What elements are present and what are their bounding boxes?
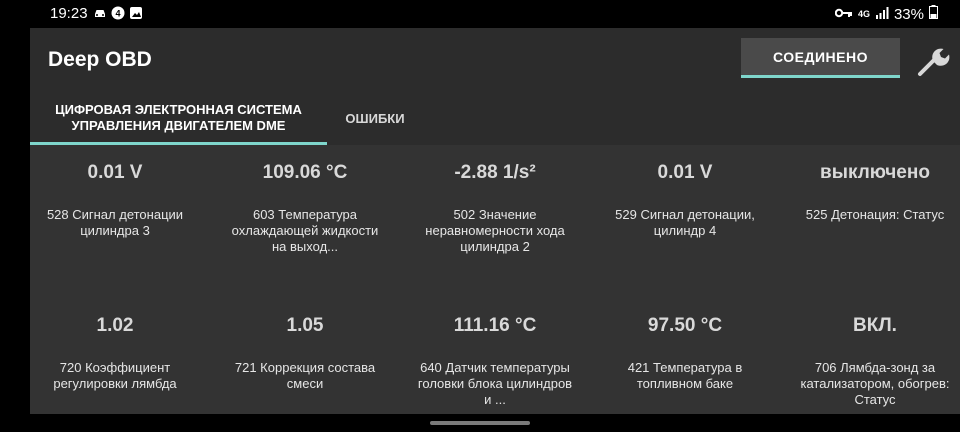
- cell-description: 720 Коэффициент регулировки лямбда: [53, 360, 177, 391]
- cell-description: 721 Коррекция состава смеси: [234, 360, 376, 391]
- cell-value: 0.01 V: [87, 162, 143, 183]
- tab-bar: ЦИФРОВАЯ ЭЛЕКТРОННАЯ СИСТЕМА УПРАВЛЕНИЯ …: [30, 96, 960, 145]
- grid-cell: 109.06 °C 603 Температура охлаждающей жи…: [210, 162, 400, 255]
- signal-icon: [875, 6, 889, 23]
- cell-description: 640 Датчик температуры головки блока цил…: [417, 360, 573, 407]
- grid-cell: 1.05 721 Коррекция состава смеси: [210, 315, 400, 392]
- cell-description: 706 Лямбда-зонд за катализатором, обогре…: [800, 360, 950, 407]
- grid-cell: 0.01 V 529 Сигнал детонации, цилиндр 4: [590, 162, 780, 239]
- grid-cell: ВКЛ. 706 Лямбда-зонд за катализатором, о…: [780, 315, 960, 408]
- cell-value: 111.16 °C: [453, 315, 537, 336]
- cell-value: 1.05: [286, 315, 324, 336]
- notification-icon: 4: [111, 6, 125, 20]
- cell-description: 603 Температура охлаждающей жидкости на …: [231, 207, 379, 254]
- cell-description: 421 Температура в топливном баке: [627, 360, 743, 391]
- status-bar: 19:23 4 4G 33%: [0, 0, 960, 28]
- battery-level: 33%: [893, 5, 924, 23]
- app-window: Deep OBD СОЕДИНЕНО ЦИФРОВАЯ ЭЛЕКТРОННАЯ …: [30, 28, 960, 414]
- data-grid: 0.01 V 528 Сигнал детонации цилиндра 3 1…: [30, 145, 960, 414]
- grid-cell: 1.02 720 Коэффициент регулировки лямбда: [30, 315, 210, 392]
- navigation-bar: [0, 414, 960, 432]
- cell-description: 528 Сигнал детонации цилиндра 3: [46, 207, 184, 238]
- grid-cell: выключено 525 Детонация: Статус: [780, 162, 960, 223]
- status-time: 19:23: [50, 5, 88, 22]
- cell-value: -2.88 1/s²: [454, 162, 536, 183]
- cell-value: выключено: [820, 162, 930, 183]
- app-title: Deep OBD: [48, 48, 152, 71]
- cell-value: ВКЛ.: [853, 315, 897, 336]
- battery-icon: [929, 5, 938, 23]
- grid-cell: 0.01 V 528 Сигнал детонации цилиндра 3: [30, 162, 210, 239]
- car-icon: [93, 6, 107, 20]
- network-type: 4G: [857, 9, 870, 19]
- cell-value: 109.06 °C: [262, 162, 348, 183]
- cell-value: 0.01 V: [657, 162, 713, 183]
- app-bar: Deep OBD СОЕДИНЕНО: [30, 28, 960, 96]
- tab-dme[interactable]: ЦИФРОВАЯ ЭЛЕКТРОННАЯ СИСТЕМА УПРАВЛЕНИЯ …: [30, 96, 327, 145]
- grid-cell: -2.88 1/s² 502 Значение неравномерности …: [400, 162, 590, 255]
- home-handle[interactable]: [430, 421, 530, 425]
- tab-dme-label: ЦИФРОВАЯ ЭЛЕКТРОННАЯ СИСТЕМА УПРАВЛЕНИЯ …: [55, 102, 302, 133]
- connect-button[interactable]: СОЕДИНЕНО: [741, 38, 900, 78]
- tab-errors-label: ОШИБКИ: [345, 111, 405, 126]
- tab-errors[interactable]: ОШИБКИ: [330, 96, 420, 145]
- wrench-icon[interactable]: [916, 44, 950, 78]
- image-icon: [129, 6, 143, 20]
- cell-value: 1.02: [96, 315, 134, 336]
- cell-description: 502 Значение неравномерности хода цилинд…: [425, 207, 565, 254]
- grid-cell: 111.16 °C 640 Датчик температуры головки…: [400, 315, 590, 408]
- cell-value: 97.50 °C: [647, 315, 723, 336]
- grid-cell: 97.50 °C 421 Температура в топливном бак…: [590, 315, 780, 392]
- cell-description: 529 Сигнал детонации, цилиндр 4: [615, 207, 755, 238]
- key-icon: [834, 6, 853, 23]
- cell-description: 525 Детонация: Статус: [805, 207, 945, 222]
- svg-text:4: 4: [115, 9, 120, 19]
